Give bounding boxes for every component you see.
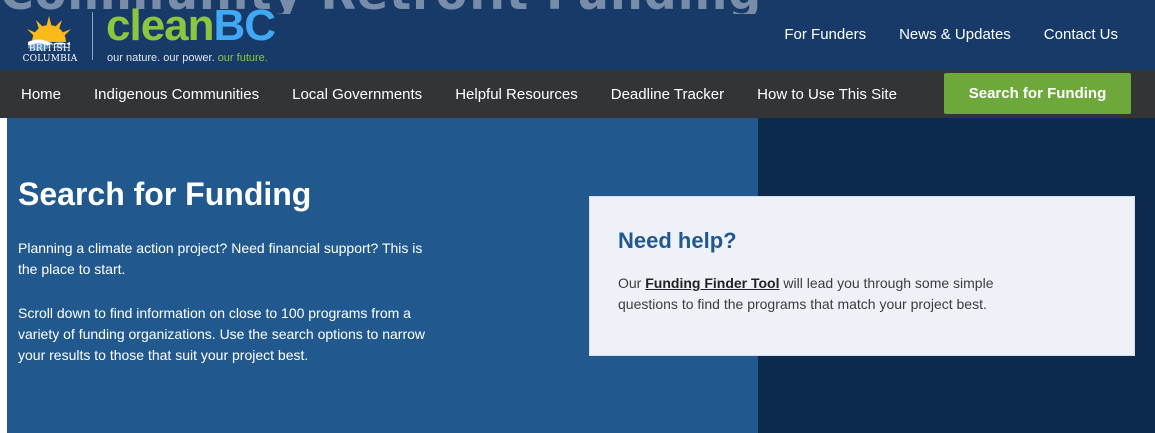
nav-local-governments[interactable]: Local Governments <box>292 86 422 103</box>
cleanbc-logo-part2: BC <box>213 1 277 50</box>
nav-helpful-resources[interactable]: Helpful Resources <box>455 86 578 103</box>
main-nav-items: Home Indigenous Communities Local Govern… <box>21 70 897 118</box>
cleanbc-logo-part1: clean <box>106 1 215 50</box>
contact-us-link[interactable]: Contact Us <box>1044 26 1118 43</box>
tagline-part1: our nature. our power. <box>107 52 218 64</box>
page-title: Search for Funding <box>18 176 312 212</box>
nav-how-to-use[interactable]: How to Use This Site <box>757 86 897 103</box>
help-card: Need help? Our Funding Finder Tool will … <box>589 196 1135 356</box>
site-header: Community Retrofit Funding British Colum… <box>0 0 1155 70</box>
cleanbc-tagline: our nature. our power. our future. <box>107 52 268 64</box>
main-nav: Home Indigenous Communities Local Govern… <box>0 70 1155 118</box>
utility-nav: For Funders News & Updates Contact Us <box>784 26 1118 43</box>
logo-divider <box>92 12 93 60</box>
search-for-funding-button[interactable]: Search for Funding <box>944 73 1131 114</box>
nav-indigenous-communities[interactable]: Indigenous Communities <box>94 86 259 103</box>
bc-wordmark: British Columbia <box>14 44 86 64</box>
nav-deadline-tracker[interactable]: Deadline Tracker <box>611 86 724 103</box>
nav-home[interactable]: Home <box>21 86 61 103</box>
bc-wordmark-line1: British <box>29 44 71 54</box>
page: Community Retrofit Funding British Colum… <box>0 0 1155 433</box>
help-card-text: Our Funding Finder Tool will lead you th… <box>618 273 1038 315</box>
funding-finder-tool-link[interactable]: Funding Finder Tool <box>645 275 779 291</box>
help-card-title: Need help? <box>618 228 737 253</box>
hero-description-text: Scroll down to find information on close… <box>18 305 426 363</box>
tagline-part2: our future. <box>217 52 268 64</box>
for-funders-link[interactable]: For Funders <box>784 26 866 43</box>
cleanbc-logo[interactable]: cleanBC <box>106 1 277 50</box>
hero-intro-text: Planning a climate action project? Need … <box>18 240 423 277</box>
bc-wordmark-line2: Columbia <box>22 54 78 64</box>
help-text-before: Our <box>618 275 646 291</box>
news-updates-link[interactable]: News & Updates <box>899 26 1011 43</box>
